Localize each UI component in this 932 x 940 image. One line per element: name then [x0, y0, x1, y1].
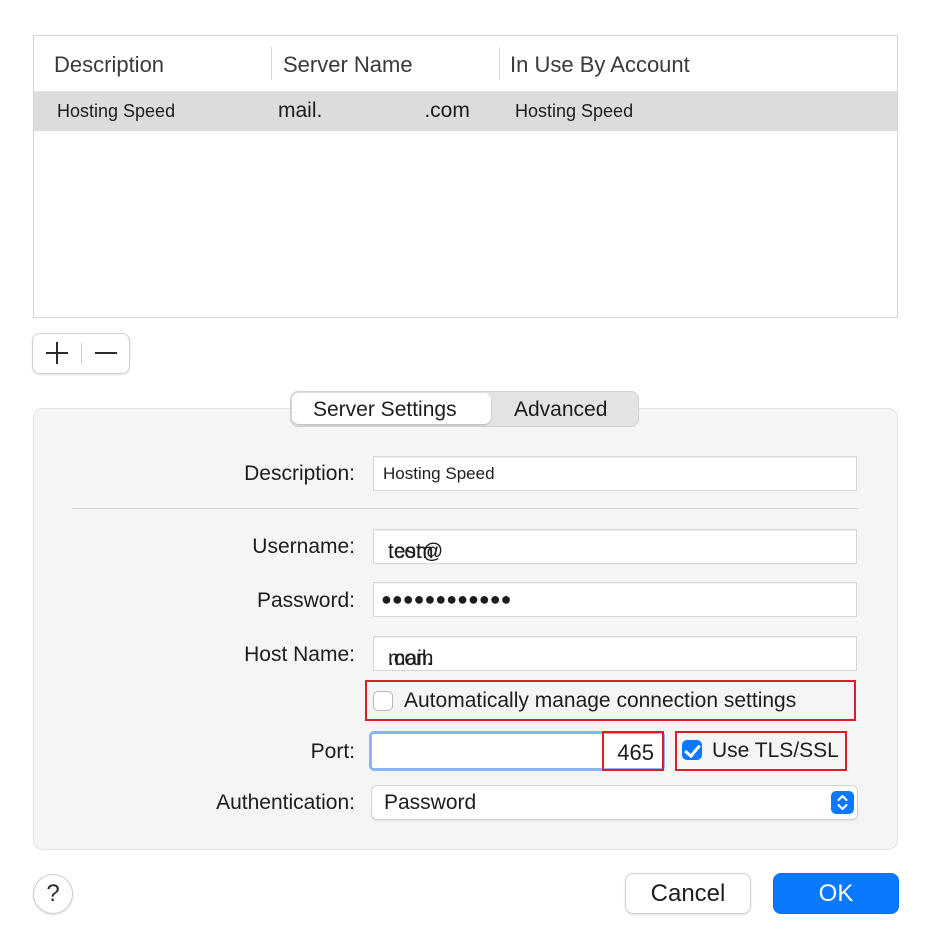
description-value: Hosting Speed: [383, 464, 495, 483]
authentication-select[interactable]: Password: [371, 785, 858, 820]
password-field[interactable]: ●●●●●●●●●●●●: [373, 582, 857, 617]
tab-advanced[interactable]: Advanced: [492, 392, 638, 426]
tab-advanced-label: Advanced: [514, 398, 608, 421]
row-server-name: mail. .com: [278, 99, 470, 123]
tab-server-settings[interactable]: Server Settings: [292, 393, 491, 424]
column-header-description[interactable]: Description: [54, 52, 164, 78]
highlight-box: [602, 731, 664, 771]
chevron-up-down-icon: [831, 791, 854, 814]
port-label: Port:: [310, 740, 355, 763]
form-divider: [72, 508, 858, 509]
settings-tabs: Server Settings Advanced: [290, 391, 639, 427]
row-description: Hosting Speed: [57, 101, 176, 121]
password-value: ●●●●●●●●●●●●: [381, 589, 512, 609]
minus-icon: [95, 352, 117, 354]
ok-button[interactable]: OK: [773, 873, 899, 914]
column-header-in-use-by-account[interactable]: In Use By Account: [510, 52, 690, 78]
auto-manage-label[interactable]: Automatically manage connection settings: [404, 689, 796, 713]
server-name-prefix: mail.: [278, 99, 323, 122]
server-name-suffix: .com: [424, 99, 470, 122]
add-server-button[interactable]: [33, 334, 81, 373]
auto-manage-checkbox[interactable]: [373, 691, 393, 711]
column-header-server-name[interactable]: Server Name: [283, 52, 413, 78]
tls-ssl-label[interactable]: Use TLS/SSL: [712, 739, 839, 763]
authentication-value: Password: [384, 791, 477, 814]
hostname-field[interactable]: mail. .com: [373, 636, 857, 671]
column-divider[interactable]: [499, 47, 500, 80]
add-remove-control: [32, 333, 130, 374]
username-field[interactable]: test@ .com: [373, 529, 857, 564]
tab-server-settings-label: Server Settings: [313, 398, 457, 421]
table-header: Description Server Name In Use By Accoun…: [34, 36, 897, 92]
username-label: Username:: [252, 535, 355, 558]
server-table: Description Server Name In Use By Accoun…: [33, 35, 898, 318]
plus-icon: [56, 342, 58, 364]
cancel-button[interactable]: Cancel: [625, 873, 751, 914]
password-label: Password:: [256, 589, 355, 612]
description-field[interactable]: Hosting Speed: [373, 456, 857, 491]
help-button[interactable]: ?: [33, 874, 73, 914]
authentication-label: Authentication:: [216, 791, 355, 814]
column-divider[interactable]: [271, 47, 272, 80]
row-account: Hosting Speed: [515, 101, 634, 121]
description-label: Description:: [244, 462, 355, 485]
tls-ssl-checkbox[interactable]: [682, 740, 702, 760]
remove-server-button[interactable]: [82, 334, 130, 373]
table-row[interactable]: Hosting Speed mail. .com Hosting Speed: [34, 92, 897, 131]
hostname-suffix: .com: [388, 647, 434, 670]
username-suffix: .com: [388, 540, 434, 563]
hostname-label: Host Name:: [244, 643, 355, 666]
